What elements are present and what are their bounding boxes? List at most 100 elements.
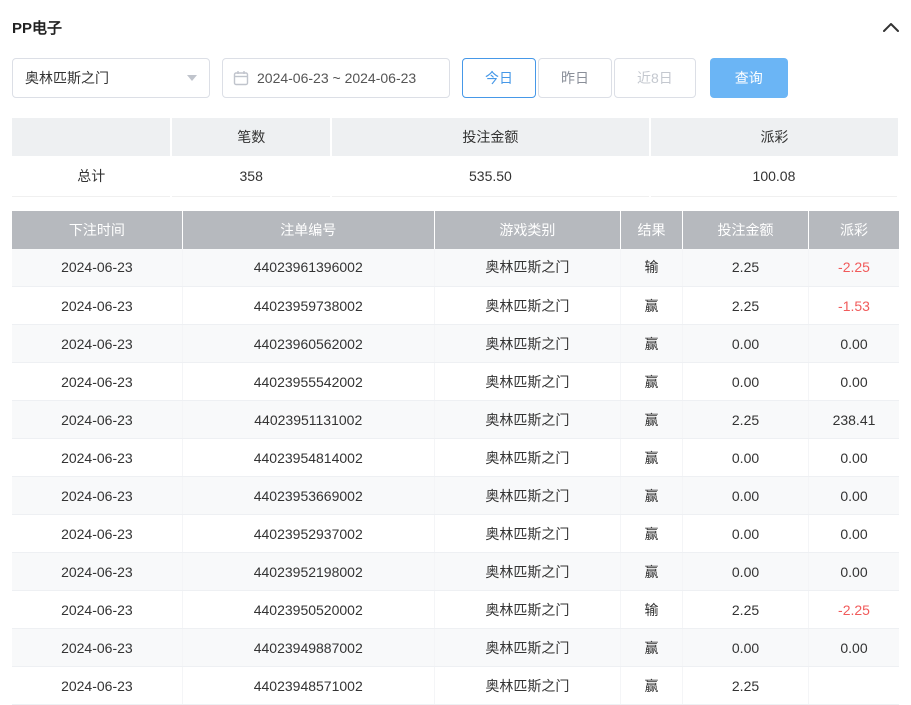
column-header: 派彩 bbox=[809, 211, 900, 249]
table-cell: 2.25 bbox=[683, 249, 809, 287]
table-cell: 赢 bbox=[620, 439, 682, 477]
table-cell: 2024-06-23 bbox=[12, 325, 182, 363]
table-cell: 赢 bbox=[620, 477, 682, 515]
summary-header-payout: 派彩 bbox=[650, 118, 898, 156]
table-cell: -2.25 bbox=[809, 249, 900, 287]
table-cell: 赢 bbox=[620, 287, 682, 325]
summary-header-row: 笔数 投注金额 派彩 bbox=[12, 118, 898, 156]
table-cell: 2.25 bbox=[683, 401, 809, 439]
table-row: 2024-06-2344023955542002奥林匹斯之门赢0.000.00 bbox=[12, 363, 899, 401]
table-row: 2024-06-2344023953669002奥林匹斯之门赢0.000.00 bbox=[12, 477, 899, 515]
search-button[interactable]: 查询 bbox=[710, 58, 788, 98]
table-row: 2024-06-2344023960562002奥林匹斯之门赢0.000.00 bbox=[12, 325, 899, 363]
table-cell: 2024-06-23 bbox=[12, 667, 182, 705]
table-cell: 奥林匹斯之门 bbox=[434, 591, 620, 629]
column-header: 游戏类别 bbox=[434, 211, 620, 249]
table-cell: 奥林匹斯之门 bbox=[434, 363, 620, 401]
table-cell: 2024-06-23 bbox=[12, 401, 182, 439]
table-cell: 44023948571002 bbox=[182, 667, 434, 705]
table-cell: 赢 bbox=[620, 401, 682, 439]
table-cell: 奥林匹斯之门 bbox=[434, 249, 620, 287]
table-row: 2024-06-2344023948571002奥林匹斯之门赢2.25 bbox=[12, 667, 899, 705]
date-range-value: 2024-06-23 ~ 2024-06-23 bbox=[257, 70, 416, 86]
table-cell: 44023952937002 bbox=[182, 515, 434, 553]
last-8-days-button[interactable]: 近8日 bbox=[614, 58, 696, 98]
summary-total-row: 总计 358 535.50 100.08 bbox=[12, 156, 898, 196]
table-cell: 238.41 bbox=[809, 401, 900, 439]
table-cell: 0.00 bbox=[683, 553, 809, 591]
chevron-up-icon[interactable] bbox=[883, 22, 899, 32]
table-cell: 0.00 bbox=[809, 515, 900, 553]
table-cell: 赢 bbox=[620, 515, 682, 553]
table-row: 2024-06-2344023952198002奥林匹斯之门赢0.000.00 bbox=[12, 553, 899, 591]
quick-date-buttons: 今日 昨日 近8日 bbox=[462, 58, 698, 98]
summary-table: 笔数 投注金额 派彩 总计 358 535.50 100.08 bbox=[12, 118, 899, 197]
table-cell: 2024-06-23 bbox=[12, 287, 182, 325]
table-cell: 2.25 bbox=[683, 667, 809, 705]
today-button[interactable]: 今日 bbox=[462, 58, 536, 98]
table-cell: 2024-06-23 bbox=[12, 515, 182, 553]
yesterday-button[interactable]: 昨日 bbox=[538, 58, 612, 98]
table-cell: 赢 bbox=[620, 363, 682, 401]
table-cell: 0.00 bbox=[809, 553, 900, 591]
pp-electronic-panel: PP电子 奥林匹斯之门 2024-06-23 ~ 2024-06-23 bbox=[0, 6, 911, 705]
table-cell: 44023961396002 bbox=[182, 249, 434, 287]
table-cell: 2024-06-23 bbox=[12, 629, 182, 667]
calendar-icon bbox=[233, 70, 249, 86]
table-cell: 0.00 bbox=[809, 325, 900, 363]
summary-header-blank bbox=[12, 118, 171, 156]
summary-bet-amount-value: 535.50 bbox=[331, 156, 650, 196]
table-cell: 2024-06-23 bbox=[12, 553, 182, 591]
chevron-down-icon bbox=[187, 75, 197, 81]
table-cell: 44023955542002 bbox=[182, 363, 434, 401]
table-cell: 输 bbox=[620, 591, 682, 629]
table-cell: 2024-06-23 bbox=[12, 477, 182, 515]
date-range-input[interactable]: 2024-06-23 ~ 2024-06-23 bbox=[222, 58, 450, 98]
page-title: PP电子 bbox=[12, 17, 62, 38]
table-row: 2024-06-2344023950520002奥林匹斯之门输2.25-2.25 bbox=[12, 591, 899, 629]
table-cell bbox=[809, 667, 900, 705]
column-header: 下注时间 bbox=[12, 211, 182, 249]
table-cell: 0.00 bbox=[683, 325, 809, 363]
game-select-value: 奥林匹斯之门 bbox=[25, 68, 109, 88]
table-cell: 奥林匹斯之门 bbox=[434, 401, 620, 439]
summary-header-bet-amount: 投注金额 bbox=[331, 118, 650, 156]
column-header: 结果 bbox=[620, 211, 682, 249]
table-cell: 0.00 bbox=[809, 439, 900, 477]
table-row: 2024-06-2344023951131002奥林匹斯之门赢2.25238.4… bbox=[12, 401, 899, 439]
table-cell: 2024-06-23 bbox=[12, 591, 182, 629]
table-cell: 奥林匹斯之门 bbox=[434, 325, 620, 363]
table-row: 2024-06-2344023949887002奥林匹斯之门赢0.000.00 bbox=[12, 629, 899, 667]
table-cell: 0.00 bbox=[809, 629, 900, 667]
table-cell: 奥林匹斯之门 bbox=[434, 667, 620, 705]
table-cell: 44023953669002 bbox=[182, 477, 434, 515]
table-cell: 奥林匹斯之门 bbox=[434, 287, 620, 325]
table-cell: 44023959738002 bbox=[182, 287, 434, 325]
table-cell: 44023952198002 bbox=[182, 553, 434, 591]
summary-header-count: 笔数 bbox=[171, 118, 330, 156]
table-cell: 奥林匹斯之门 bbox=[434, 515, 620, 553]
table-cell: 44023949887002 bbox=[182, 629, 434, 667]
table-row: 2024-06-2344023959738002奥林匹斯之门赢2.25-1.53 bbox=[12, 287, 899, 325]
table-cell: 2.25 bbox=[683, 287, 809, 325]
table-cell: 44023950520002 bbox=[182, 591, 434, 629]
column-header: 注单编号 bbox=[182, 211, 434, 249]
table-cell: 0.00 bbox=[683, 477, 809, 515]
table-cell: 0.00 bbox=[683, 363, 809, 401]
summary-total-label: 总计 bbox=[12, 156, 171, 196]
table-row: 2024-06-2344023954814002奥林匹斯之门赢0.000.00 bbox=[12, 439, 899, 477]
table-cell: 44023951131002 bbox=[182, 401, 434, 439]
table-cell: 44023960562002 bbox=[182, 325, 434, 363]
table-cell: 0.00 bbox=[683, 515, 809, 553]
game-select[interactable]: 奥林匹斯之门 bbox=[12, 58, 210, 98]
table-cell: 赢 bbox=[620, 553, 682, 591]
panel-header: PP电子 bbox=[12, 6, 899, 48]
bet-records-table: 下注时间注单编号游戏类别结果投注金额派彩 2024-06-23440239613… bbox=[12, 211, 899, 705]
bet-table-header-row: 下注时间注单编号游戏类别结果投注金额派彩 bbox=[12, 211, 899, 249]
table-cell: 奥林匹斯之门 bbox=[434, 629, 620, 667]
table-cell: 奥林匹斯之门 bbox=[434, 477, 620, 515]
table-cell: 赢 bbox=[620, 325, 682, 363]
table-cell: -1.53 bbox=[809, 287, 900, 325]
table-cell: -2.25 bbox=[809, 591, 900, 629]
bet-table-body: 2024-06-2344023961396002奥林匹斯之门输2.25-2.25… bbox=[12, 249, 899, 705]
